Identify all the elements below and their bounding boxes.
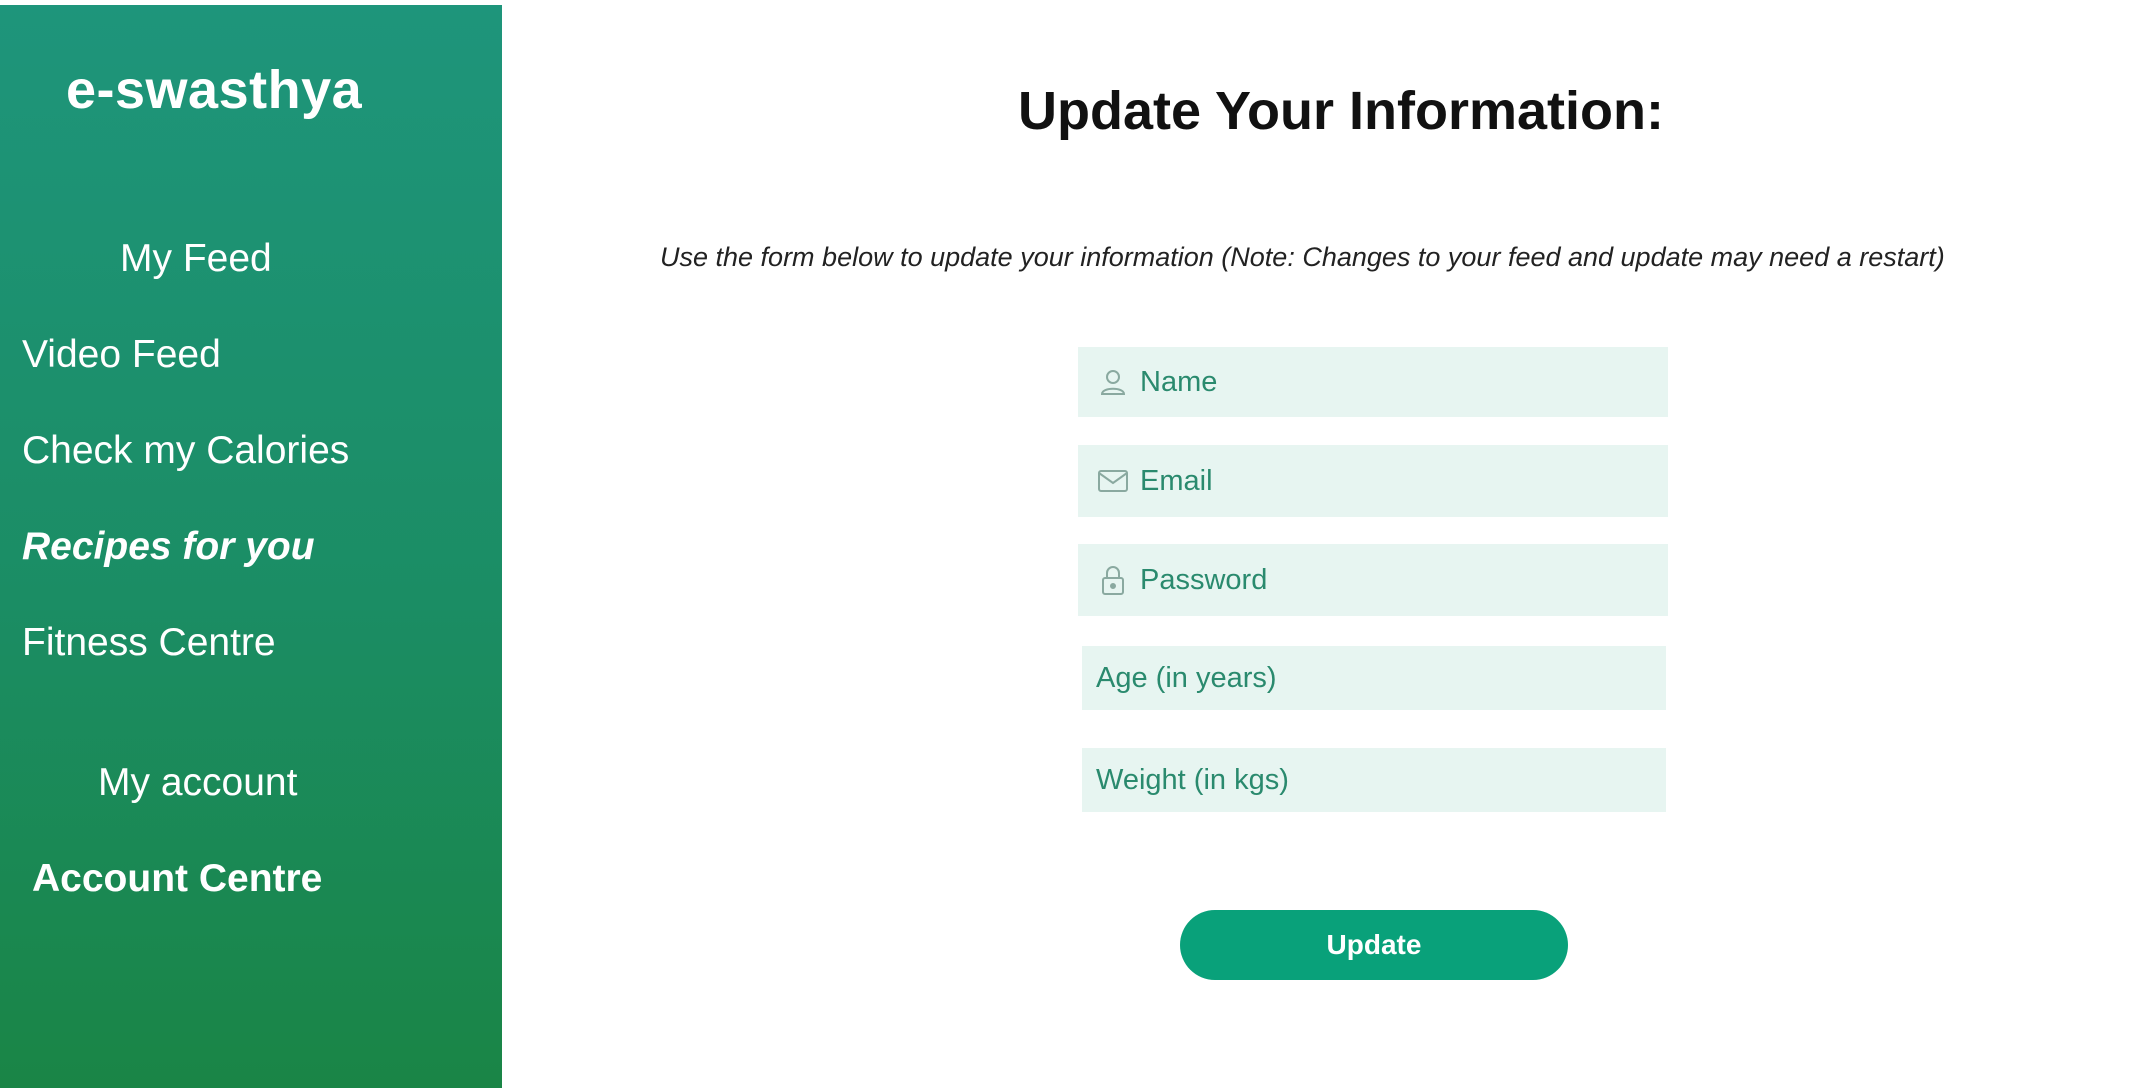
age-placeholder: Age (in years) xyxy=(1096,661,1277,694)
sidebar-item-check-calories[interactable]: Check my Calories xyxy=(22,429,349,473)
sidebar: e-swasthya My Feed Video Feed Check my C… xyxy=(0,5,502,1088)
sidebar-item-fitness-centre[interactable]: Fitness Centre xyxy=(22,621,276,665)
name-field[interactable]: Name xyxy=(1078,347,1668,417)
sidebar-item-my-feed[interactable]: My Feed xyxy=(120,237,272,281)
email-placeholder: Email xyxy=(1140,464,1213,497)
password-placeholder: Password xyxy=(1140,563,1268,596)
weight-placeholder: Weight (in kgs) xyxy=(1096,763,1289,796)
age-field[interactable]: Age (in years) xyxy=(1082,646,1666,710)
form-instructions: Use the form below to update your inform… xyxy=(660,242,1945,272)
update-button[interactable]: Update xyxy=(1180,910,1568,980)
email-field[interactable]: Email xyxy=(1078,445,1668,517)
envelope-icon xyxy=(1096,464,1130,498)
page-title: Update Your Information: xyxy=(1018,81,1664,141)
sidebar-item-recipes[interactable]: Recipes for you xyxy=(22,525,315,569)
lock-icon xyxy=(1096,563,1130,597)
weight-field[interactable]: Weight (in kgs) xyxy=(1082,748,1666,812)
sidebar-item-account-centre[interactable]: Account Centre xyxy=(32,857,322,901)
person-icon xyxy=(1096,365,1130,399)
sidebar-item-video-feed[interactable]: Video Feed xyxy=(22,333,221,377)
brand-logo-text[interactable]: e-swasthya xyxy=(66,59,362,121)
password-field[interactable]: Password xyxy=(1078,544,1668,616)
name-placeholder: Name xyxy=(1140,365,1218,398)
sidebar-section-my-account: My account xyxy=(98,761,298,804)
